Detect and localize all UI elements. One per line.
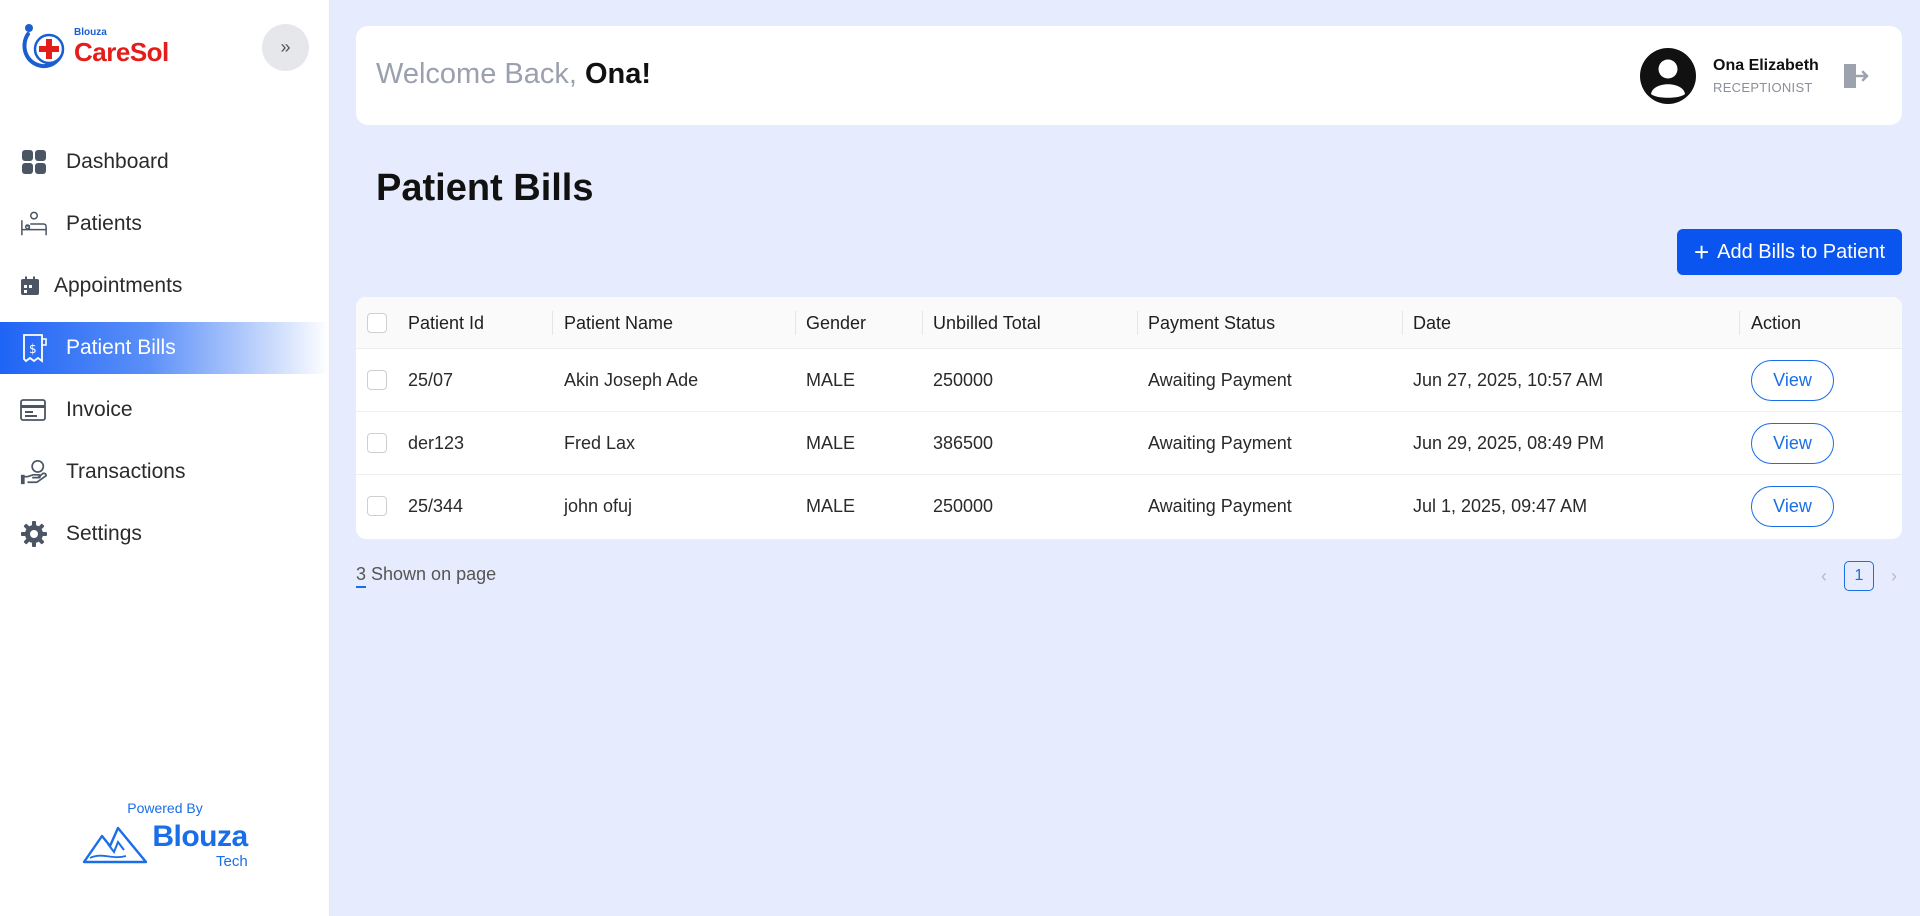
cell-patient-id: 25/344 bbox=[408, 496, 464, 516]
cell-date: Jun 27, 2025, 10:57 AM bbox=[1413, 370, 1604, 390]
user-name: Ona Elizabeth bbox=[1713, 57, 1819, 74]
sidebar-item-label: Settings bbox=[66, 522, 142, 545]
patient-bed-icon bbox=[20, 210, 48, 238]
sidebar-nav: Dashboard Patients Appointments $ Patien… bbox=[0, 136, 329, 570]
sidebar-item-patients[interactable]: Patients bbox=[0, 198, 329, 250]
sidebar-item-patient-bills[interactable]: $ Patient Bills bbox=[0, 322, 329, 374]
table-row: der123 Fred Lax MALE 386500 Awaiting Pay… bbox=[356, 412, 1902, 475]
cell-payment-status: Awaiting Payment bbox=[1148, 496, 1292, 516]
avatar[interactable] bbox=[1640, 48, 1696, 104]
cell-patient-name: Akin Joseph Ade bbox=[564, 370, 699, 390]
sidebar-item-label: Patients bbox=[66, 212, 142, 235]
select-all-checkbox[interactable] bbox=[367, 313, 387, 333]
cell-patient-name: Fred Lax bbox=[564, 433, 636, 453]
welcome-name: Ona! bbox=[584, 58, 652, 90]
welcome-message: Welcome Back, Ona! bbox=[376, 58, 651, 91]
view-button[interactable]: View bbox=[1751, 486, 1834, 527]
sidebar-item-label: Appointments bbox=[54, 274, 183, 297]
column-divider bbox=[1137, 311, 1138, 335]
cell-patient-name: john ofuj bbox=[564, 496, 633, 516]
brand-logo[interactable]: Blouza CareSol bbox=[18, 20, 169, 72]
sidebar-item-invoice[interactable]: Invoice bbox=[0, 384, 329, 436]
sidebar-item-label: Transactions bbox=[66, 460, 186, 483]
view-button[interactable]: View bbox=[1751, 360, 1834, 401]
logout-icon[interactable] bbox=[1840, 61, 1870, 91]
shown-count: 3 bbox=[356, 564, 367, 588]
sidebar-toggle-button[interactable]: » bbox=[262, 24, 309, 71]
caresol-logo-icon bbox=[18, 20, 72, 72]
brand-name: CareSol bbox=[74, 36, 169, 67]
shown-text: Shown on page bbox=[366, 564, 497, 584]
column-header-action: Action bbox=[1751, 313, 1802, 333]
gear-icon bbox=[20, 520, 48, 548]
page-number-button[interactable]: 1 bbox=[1844, 561, 1874, 591]
cell-date: Jul 1, 2025, 09:47 AM bbox=[1413, 496, 1588, 516]
column-header-payment-status[interactable]: Payment Status bbox=[1148, 297, 1275, 349]
column-header-patient-name[interactable]: Patient Name bbox=[564, 297, 673, 349]
sidebar-item-label: Patient Bills bbox=[66, 336, 176, 359]
hand-coin-icon bbox=[20, 458, 48, 486]
column-header-date[interactable]: Date bbox=[1413, 297, 1451, 349]
column-divider bbox=[1739, 311, 1740, 335]
chevron-left-icon[interactable]: ‹ bbox=[1814, 566, 1834, 587]
add-bills-label: Add Bills to Patient bbox=[1717, 240, 1886, 263]
add-bills-button[interactable]: + Add Bills to Patient bbox=[1677, 229, 1902, 275]
cell-unbilled-total: 250000 bbox=[933, 496, 994, 516]
column-divider bbox=[795, 311, 796, 335]
cell-gender: MALE bbox=[806, 496, 856, 516]
blouza-sub: Tech bbox=[215, 853, 248, 870]
view-button[interactable]: View bbox=[1751, 423, 1834, 464]
welcome-text: Welcome Back, bbox=[376, 58, 585, 90]
table-row: 25/07 Akin Joseph Ade MALE 250000 Awaiti… bbox=[356, 349, 1902, 412]
cell-patient-id: 25/07 bbox=[408, 370, 454, 390]
column-header-gender[interactable]: Gender bbox=[806, 297, 866, 349]
blouza-name: Blouza bbox=[152, 820, 248, 853]
user-role: RECEPTIONIST bbox=[1713, 80, 1813, 95]
cell-patient-id: der123 bbox=[408, 433, 465, 453]
column-divider bbox=[552, 311, 553, 335]
bill-icon: $ bbox=[20, 334, 48, 363]
dashboard-icon bbox=[20, 148, 48, 176]
cell-gender: MALE bbox=[806, 370, 856, 390]
table-header: Patient Id Patient Name Gender Unbilled … bbox=[356, 297, 1902, 349]
mountain-icon bbox=[82, 822, 148, 869]
sidebar-item-appointments[interactable]: Appointments bbox=[0, 260, 329, 312]
cell-payment-status: Awaiting Payment bbox=[1148, 370, 1292, 390]
invoice-icon bbox=[20, 396, 48, 424]
column-header-patient-id[interactable]: Patient Id bbox=[408, 297, 484, 349]
sidebar-item-label: Dashboard bbox=[66, 150, 169, 173]
row-checkbox[interactable] bbox=[367, 433, 387, 453]
column-header-unbilled-total[interactable]: Unbilled Total bbox=[933, 297, 1041, 349]
cell-payment-status: Awaiting Payment bbox=[1148, 433, 1292, 453]
shown-count-label: 3 Shown on page bbox=[356, 564, 497, 588]
sidebar-item-dashboard[interactable]: Dashboard bbox=[0, 136, 329, 188]
cell-unbilled-total: 386500 bbox=[933, 433, 994, 453]
column-divider bbox=[1402, 311, 1403, 335]
sidebar: Blouza CareSol » Dashboard Patients Appo… bbox=[0, 0, 330, 916]
row-checkbox[interactable] bbox=[367, 370, 387, 390]
cell-gender: MALE bbox=[806, 433, 856, 453]
powered-by-label: Powered By bbox=[127, 800, 203, 816]
calendar-icon bbox=[20, 272, 40, 300]
bills-table: Patient Id Patient Name Gender Unbilled … bbox=[356, 297, 1902, 539]
pagination: ‹ 1 › bbox=[1814, 561, 1904, 591]
powered-by: Powered By Blouza Tech bbox=[0, 800, 330, 869]
cell-date: Jun 29, 2025, 08:49 PM bbox=[1413, 433, 1605, 453]
svg-text:$: $ bbox=[29, 342, 37, 356]
cell-unbilled-total: 250000 bbox=[933, 370, 994, 390]
table-row: 25/344 john ofuj MALE 250000 Awaiting Pa… bbox=[356, 475, 1902, 538]
blouza-tech-logo: Blouza Tech bbox=[0, 822, 330, 869]
sidebar-item-transactions[interactable]: Transactions bbox=[0, 446, 329, 498]
chevron-right-icon[interactable]: › bbox=[1884, 566, 1904, 587]
sidebar-item-settings[interactable]: Settings bbox=[0, 508, 329, 560]
page-title: Patient Bills bbox=[376, 167, 594, 209]
header-card: Welcome Back, Ona! Ona Elizabeth RECEPTI… bbox=[356, 26, 1902, 125]
column-divider bbox=[922, 311, 923, 335]
sidebar-item-label: Invoice bbox=[66, 398, 133, 421]
plus-icon: + bbox=[1693, 237, 1710, 267]
double-chevron-right-icon: » bbox=[280, 37, 291, 57]
row-checkbox[interactable] bbox=[367, 496, 387, 516]
